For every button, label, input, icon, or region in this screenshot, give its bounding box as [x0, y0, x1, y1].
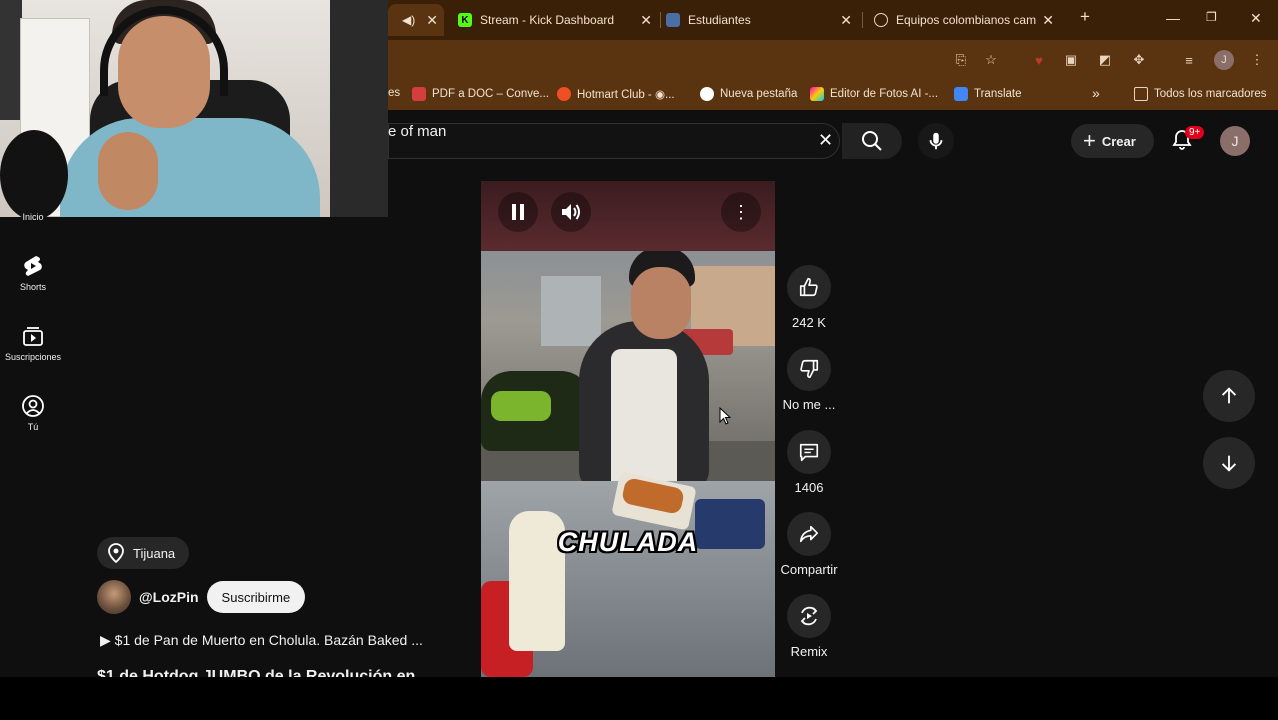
bookmark-item[interactable]: es	[388, 87, 400, 99]
subscribe-button[interactable]: Suscribirme	[206, 581, 306, 613]
remix-button[interactable]: Remix	[776, 594, 842, 659]
search-icon	[862, 131, 882, 151]
next-short-button[interactable]	[1203, 437, 1255, 489]
shield-icon	[666, 13, 680, 27]
bookmark-pdf-a-doc[interactable]: PDF a DOC – Conve...	[412, 87, 549, 101]
bookmark-editor-fotos[interactable]: Editor de Fotos AI -...	[810, 87, 938, 101]
more-bookmarks-icon[interactable]: »	[1092, 85, 1100, 101]
location-chip[interactable]: Tijuana	[97, 537, 190, 569]
globe-icon	[874, 13, 888, 27]
related-video-link[interactable]: ▶ $1 de Pan de Muerto en Cholula. Bazán …	[100, 632, 423, 649]
channel-name[interactable]: @LozPin	[139, 589, 199, 605]
screen: ◀) ✕ K Stream - Kick Dashboard ✕ Estudia…	[0, 0, 1278, 720]
volume-icon	[562, 204, 580, 220]
hotmart-icon	[557, 87, 571, 101]
bookmarks-bar: es PDF a DOC – Conve... Hotmart Club - ◉…	[388, 80, 1278, 110]
previous-short-button[interactable]	[1203, 370, 1255, 422]
remix-icon	[800, 606, 818, 626]
comment-count: 1406	[794, 480, 824, 495]
minimize-button[interactable]: —	[1166, 10, 1180, 26]
notification-badge: 9+	[1185, 126, 1205, 139]
video-title: $1 de Hotdog JUMBO de la Revolución en	[97, 668, 416, 677]
translate-icon	[954, 87, 968, 101]
browser-toolbar: ⎘ ☆ ♥ ▣ ◩ ✥ ≡ J ⋮	[388, 40, 1278, 80]
media-control-icon[interactable]: ≡	[1180, 51, 1198, 69]
voice-search-button[interactable]	[918, 123, 954, 159]
profile-avatar[interactable]: J	[1214, 50, 1234, 70]
google-icon	[700, 87, 714, 101]
extension-icon[interactable]: ◩	[1096, 51, 1114, 69]
close-window-button[interactable]: ✕	[1250, 10, 1262, 27]
more-vert-icon: ⋮	[732, 201, 750, 222]
search-button[interactable]	[842, 123, 902, 159]
bookmark-nueva-pestana[interactable]: Nueva pestaña	[700, 87, 797, 101]
tab-kick-dashboard[interactable]: K Stream - Kick Dashboard ✕	[458, 4, 658, 36]
clear-search-icon[interactable]: ✕	[818, 130, 833, 151]
search-input[interactable]	[388, 123, 840, 159]
menu-icon[interactable]: ⋮	[1248, 51, 1266, 69]
pause-button[interactable]	[498, 192, 538, 232]
short-video-player[interactable]: CHULADA ⋮	[481, 181, 775, 677]
close-tab-icon[interactable]: ✕	[1042, 12, 1054, 29]
share-icon	[799, 525, 819, 543]
more-options-button[interactable]: ⋮	[721, 192, 761, 232]
tab-strip: ◀) ✕ K Stream - Kick Dashboard ✕ Estudia…	[388, 0, 1278, 40]
install-app-icon[interactable]: ⎘	[952, 51, 970, 69]
thumbs-up-icon	[799, 277, 818, 297]
create-button[interactable]: + Crear	[1071, 124, 1154, 158]
restore-button[interactable]: ❐	[1206, 10, 1217, 24]
like-button[interactable]: 242 K	[776, 265, 842, 330]
comments-button[interactable]: 1406	[776, 430, 842, 495]
folder-icon	[1134, 87, 1148, 101]
all-bookmarks-folder[interactable]: Todos los marcadores	[1134, 87, 1267, 101]
shorts-icon	[24, 256, 42, 276]
mouse-cursor-icon	[719, 407, 731, 425]
arrow-up-icon	[1221, 387, 1237, 404]
tab-audio[interactable]: ◀) ✕	[388, 4, 444, 36]
microphone-icon	[929, 132, 943, 150]
letterbox-bar	[0, 677, 1278, 720]
thumbs-down-icon	[800, 359, 819, 379]
close-tab-icon[interactable]: ✕	[426, 12, 438, 29]
microphone	[0, 130, 68, 217]
sidebar-item-tu[interactable]: Tú	[0, 394, 66, 432]
close-tab-icon[interactable]: ✕	[640, 12, 652, 29]
bookmark-hotmart[interactable]: Hotmart Club - ◉...	[557, 87, 675, 101]
channel-row: @LozPin Suscribirme	[97, 580, 306, 614]
share-button[interactable]: Compartir	[776, 512, 842, 577]
dislike-button[interactable]: No me ...	[776, 347, 842, 412]
pdf-icon	[412, 87, 426, 101]
bookmark-translate[interactable]: Translate	[954, 87, 1022, 101]
user-circle-icon	[22, 395, 44, 417]
sidebar-item-suscripciones[interactable]: Suscripciones	[0, 324, 66, 362]
youtube-header: e of man ✕ + Crear 9+ J	[388, 114, 1278, 166]
comment-icon	[799, 443, 819, 462]
channel-avatar[interactable]	[97, 580, 131, 614]
like-count: 242 K	[792, 315, 826, 330]
tab-equipos[interactable]: Equipos colombianos camp ✕	[874, 4, 1060, 36]
tab-estudiantes[interactable]: Estudiantes ✕	[666, 4, 858, 36]
volume-button[interactable]	[551, 192, 591, 232]
photo-editor-icon	[810, 87, 824, 101]
puzzle-icon[interactable]: ✥	[1130, 51, 1148, 69]
new-tab-button[interactable]: +	[1080, 7, 1090, 27]
arrow-down-icon	[1221, 455, 1237, 472]
close-tab-icon[interactable]: ✕	[840, 12, 852, 29]
star-icon[interactable]: ☆	[982, 51, 1000, 69]
plus-icon: +	[1083, 128, 1096, 153]
pause-icon	[512, 204, 524, 220]
subscriptions-icon	[23, 327, 43, 346]
video-caption: CHULADA	[557, 527, 699, 557]
speaker-icon: ◀)	[402, 13, 416, 27]
webcam-overlay	[0, 0, 388, 217]
account-avatar[interactable]: J	[1220, 126, 1250, 156]
extension-icon[interactable]: ▣	[1062, 51, 1080, 69]
location-pin-icon	[108, 543, 124, 563]
extension-shield-icon[interactable]: ♥	[1030, 51, 1048, 69]
kick-icon: K	[458, 13, 472, 27]
sidebar-item-shorts[interactable]: Shorts	[0, 254, 66, 292]
sidebar-item-inicio[interactable]: Inicio	[0, 212, 66, 222]
search-input-value: e of man	[388, 123, 447, 140]
